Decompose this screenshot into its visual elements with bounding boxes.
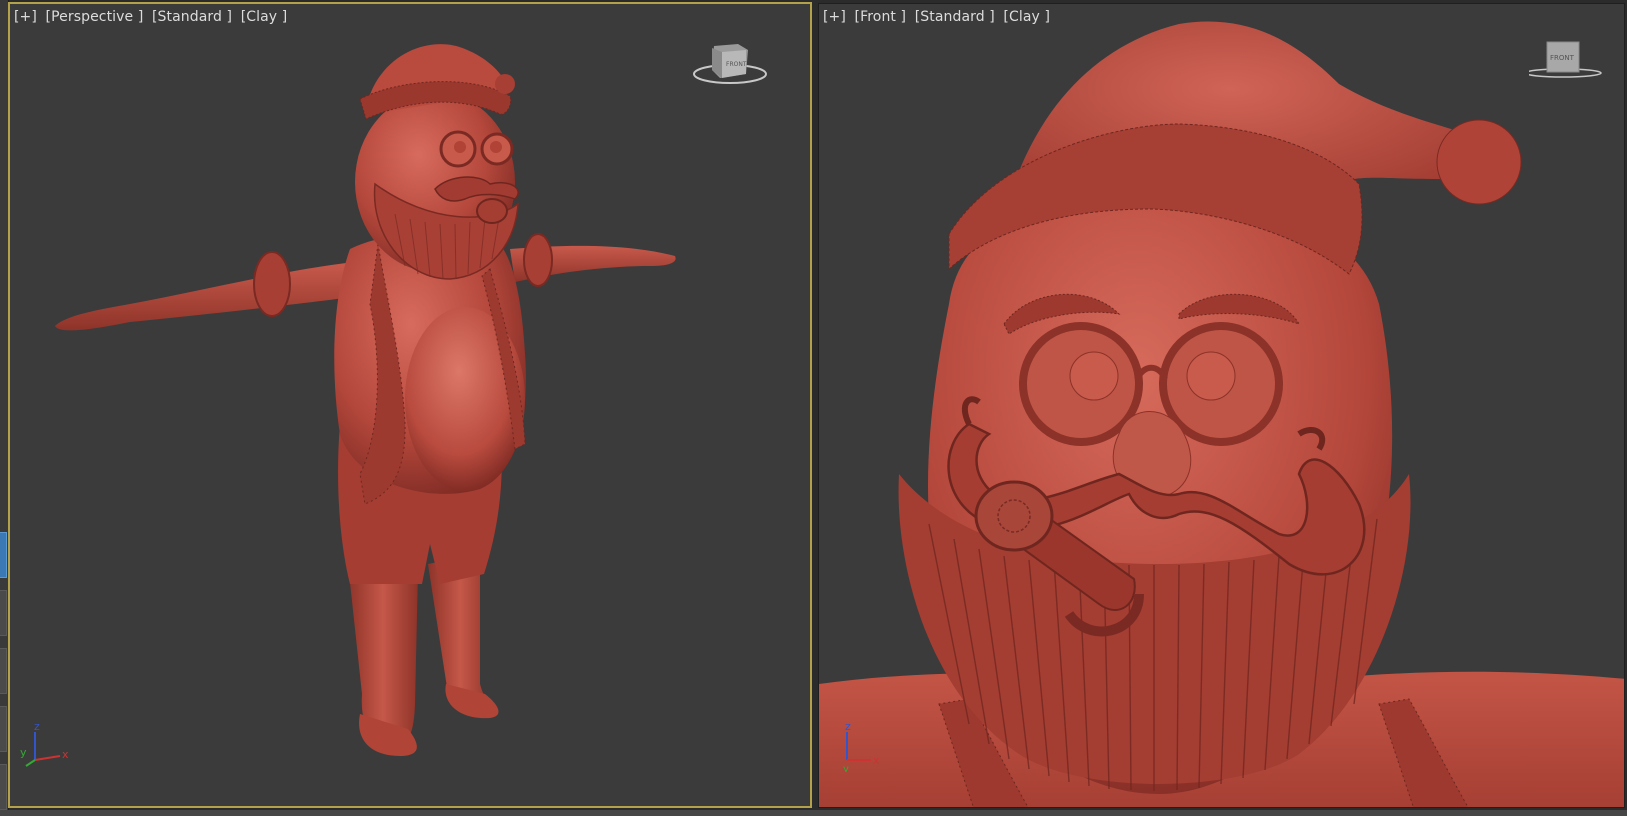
viewport-label[interactable]: [+] [Front ] [Standard ] [Clay ] [823,9,1054,25]
viewport-shading-label[interactable]: [Standard ] [152,9,232,25]
hat-pompom [1436,119,1522,205]
axis-z-label: z [34,722,40,733]
viewport-visual-style-label[interactable]: [Clay ] [241,9,288,25]
perspective-render[interactable] [10,4,810,806]
strip-tab[interactable] [0,706,7,752]
cigar [476,198,508,224]
viewport-pov-label[interactable]: [Front ] [855,9,907,25]
viewcube[interactable]: FRONT [692,40,772,90]
strip-tab[interactable] [0,590,7,636]
front-viewport[interactable]: [+] [Front ] [Standard ] [Clay ] FRONT z… [818,3,1625,808]
strip-tab-active[interactable] [0,532,7,578]
perspective-viewport[interactable]: [+] [Perspective ] [Standard ] [Clay ] F… [8,2,812,808]
axis-tripod: z x y [20,722,69,767]
bottom-status-strip [0,810,1627,816]
eye-left [1069,351,1119,401]
axis-y-label: y [843,764,849,772]
left-leg [348,564,418,747]
cigar-tip [974,480,1054,552]
axis-x-label: x [62,748,69,761]
viewcube[interactable]: FRONT [1529,40,1609,80]
axis-y-label: y [20,746,27,759]
eye-right [1186,351,1236,401]
viewcube-front-face: FRONT [1550,54,1575,62]
viewport-shading-label[interactable]: [Standard ] [915,9,995,25]
axis-tripod: z x y [843,722,880,772]
axis-x-label: x [873,754,880,767]
strip-tab[interactable] [0,648,7,694]
viewport-label[interactable]: [+] [Perspective ] [Standard ] [Clay ] [14,9,291,25]
strip-tab[interactable] [0,764,7,810]
viewport-pov-label[interactable]: [Perspective ] [46,9,144,25]
front-render[interactable] [819,4,1625,808]
viewport-menu-plus[interactable]: [+] [823,9,846,25]
viewcube-front-face: FRONT [726,61,747,68]
viewport-visual-style-label[interactable]: [Clay ] [1003,9,1050,25]
axis-z-label: z [845,722,851,733]
viewport-menu-plus[interactable]: [+] [14,9,37,25]
left-arm [55,262,360,331]
